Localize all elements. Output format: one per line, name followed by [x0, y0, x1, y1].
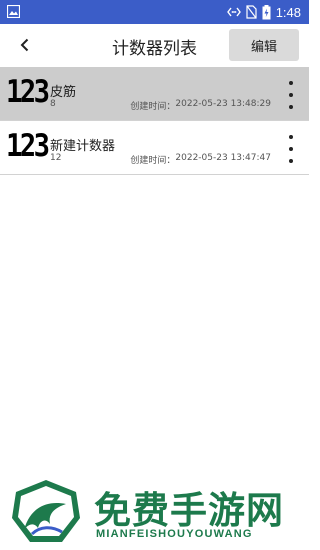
more-options-icon[interactable]: [285, 81, 297, 109]
created-at: 2022-05-23 13:48:29: [175, 99, 271, 109]
status-bar: 1:48: [0, 0, 309, 24]
counter-logo: 123: [6, 74, 50, 110]
image-notification-icon: [7, 5, 20, 18]
counter-row[interactable]: 123 皮筋 8 创建时间： 2022-05-23 13:48:29: [0, 67, 309, 121]
counter-created: 创建时间： 2022-05-23 13:47:47: [130, 153, 271, 166]
counter-created: 创建时间： 2022-05-23 13:48:29: [130, 99, 271, 112]
counter-row[interactable]: 123 新建计数器 12 创建时间： 2022-05-23 13:47:47: [0, 121, 309, 175]
back-button[interactable]: [12, 33, 38, 57]
data-transfer-icon: [226, 7, 241, 17]
watermark-logo-icon: [12, 480, 80, 542]
watermark-subtitle: MIANFEISHOUYOUWANG: [96, 528, 253, 540]
created-label: 创建时间：: [130, 156, 176, 166]
edit-button[interactable]: 编辑: [229, 29, 299, 61]
status-time: 1:48: [275, 4, 301, 20]
counter-value: 12: [50, 153, 62, 163]
counter-name: 新建计数器: [50, 139, 116, 154]
app-bar: 计数器列表 编辑: [0, 24, 309, 66]
counter-name: 皮筋: [50, 85, 77, 100]
counter-value: 8: [50, 99, 56, 109]
counter-logo: 123: [6, 128, 50, 164]
counter-list: 123 皮筋 8 创建时间： 2022-05-23 13:48:29 123 新…: [0, 67, 309, 175]
created-at: 2022-05-23 13:47:47: [175, 153, 271, 163]
watermark-title: 免费手游网: [94, 489, 284, 532]
more-options-icon[interactable]: [285, 135, 297, 163]
created-label: 创建时间：: [130, 102, 176, 112]
chevron-left-icon: [20, 38, 29, 52]
no-sim-icon: [246, 5, 257, 19]
battery-charging-icon: [262, 4, 271, 19]
watermark: 免费手游网 MIANFEISHOUYOUWANG: [10, 478, 305, 546]
